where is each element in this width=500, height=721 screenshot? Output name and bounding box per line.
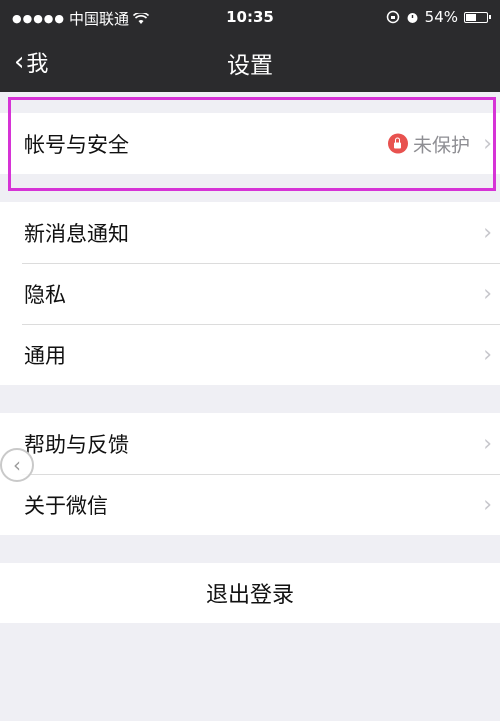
status-bar: ●●●●● 中国联通 10:35 54%: [0, 0, 500, 32]
settings-item-label: 通用: [24, 343, 66, 368]
floating-back-button[interactable]: ‹: [0, 448, 34, 482]
settings-item-label: 新消息通知: [24, 221, 129, 246]
settings-item-label: 帮助与反馈: [24, 432, 129, 457]
settings-item-general[interactable]: 通用 ›: [0, 324, 500, 385]
chevron-left-icon: ‹: [13, 453, 21, 477]
chevron-right-icon: ›: [483, 281, 492, 306]
battery-icon: [464, 11, 491, 23]
status-right: 54%: [386, 8, 491, 26]
lock-icon: [387, 133, 408, 154]
settings-item-notifications[interactable]: 新消息通知 ›: [0, 202, 500, 263]
settings-item-help-feedback[interactable]: 帮助与反馈 ›: [0, 413, 500, 474]
battery-fill: [466, 13, 476, 21]
logout-button[interactable]: 退出登录: [0, 563, 500, 623]
top-bar: ●●●●● 中国联通 10:35 54% ‹ 我 设置: [0, 0, 500, 92]
settings-item-label: 帐号与安全: [24, 132, 129, 157]
battery-percent: 54%: [424, 8, 458, 26]
settings-group-account: 帐号与安全 未保护 ›: [0, 113, 500, 174]
settings-item-label: 关于微信: [24, 493, 108, 518]
chevron-right-icon: ›: [483, 220, 492, 245]
settings-item-privacy[interactable]: 隐私 ›: [0, 263, 500, 324]
chevron-right-icon: ›: [483, 431, 492, 456]
alarm-icon: [407, 13, 418, 23]
chevron-right-icon: ›: [483, 131, 492, 156]
settings-item-account-security[interactable]: 帐号与安全 未保护 ›: [0, 113, 500, 174]
settings-group-general: 新消息通知 › 隐私 › 通用 ›: [0, 202, 500, 385]
nav-bar: ‹ 我 设置: [0, 38, 500, 84]
chevron-right-icon: ›: [483, 492, 492, 517]
page-title: 设置: [227, 53, 273, 79]
orientation-lock-icon: [386, 10, 399, 24]
settings-group-help: 帮助与反馈 › 关于微信 ›: [0, 413, 500, 535]
settings-item-label: 隐私: [24, 282, 66, 307]
protection-status-text: 未保护: [412, 134, 470, 156]
chevron-right-icon: ›: [483, 342, 492, 367]
protection-status: 未保护: [387, 130, 470, 157]
settings-item-about[interactable]: 关于微信 ›: [0, 474, 500, 535]
